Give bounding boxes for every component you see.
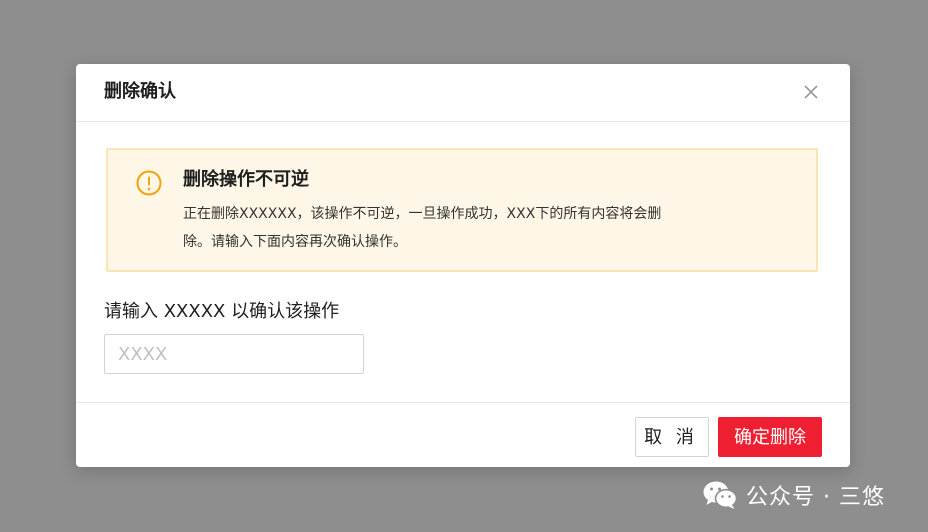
wechat-icon: [702, 480, 738, 510]
watermark-text: 公众号 · 三悠: [746, 485, 885, 510]
delete-confirm-dialog: 删除确认 删除操作不可逆 正在删除XXXXXX，该操作不可逆，一旦操作成功，XX…: [76, 64, 850, 467]
dialog-header: 删除确认: [76, 64, 850, 122]
close-icon[interactable]: [800, 81, 822, 103]
confirm-text-input[interactable]: [104, 334, 364, 374]
cancel-button[interactable]: 取 消: [635, 417, 709, 457]
alert-title: 删除操作不可逆: [183, 169, 309, 190]
confirm-delete-button[interactable]: 确定删除: [718, 417, 822, 457]
confirm-input-label: 请输入 XXXXX 以确认该操作: [104, 301, 340, 322]
alert-body: 正在删除XXXXXX，该操作不可逆，一旦操作成功，XXX下的所有内容将会删 除。…: [183, 200, 743, 256]
alert-body-line: 除。请输入下面内容再次确认操作。: [183, 234, 407, 250]
warning-alert: 删除操作不可逆 正在删除XXXXXX，该操作不可逆，一旦操作成功，XXX下的所有…: [106, 148, 818, 272]
warning-circle-icon: [136, 170, 162, 196]
dialog-title: 删除确认: [104, 81, 176, 102]
watermark: 公众号 · 三悠: [702, 479, 885, 511]
dialog-footer: 取 消 确定删除: [76, 402, 850, 467]
alert-body-line: 正在删除XXXXXX，该操作不可逆，一旦操作成功，XXX下的所有内容将会删: [183, 206, 662, 222]
